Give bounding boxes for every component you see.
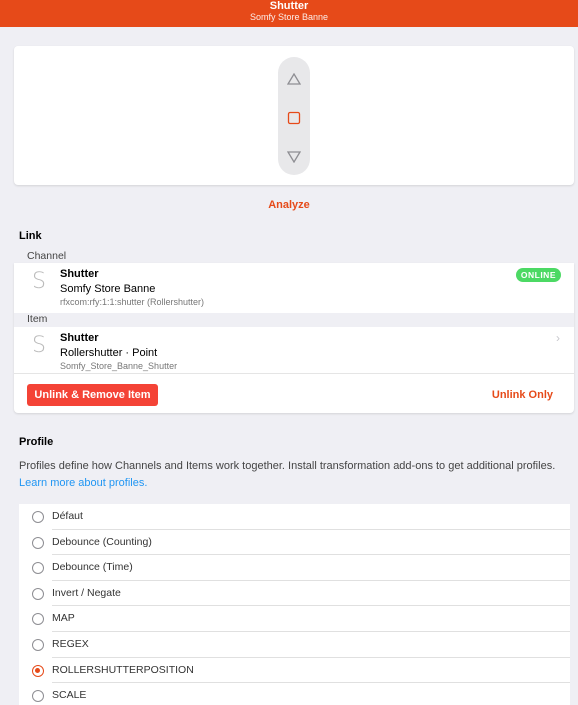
profile-option-label: Debounce (Counting) [52,535,152,548]
profile-option-label: ROLLERSHUTTERPOSITION [52,663,194,676]
profile-option-label: SCALE [52,689,87,702]
radio-button[interactable] [32,638,44,651]
profile-option-map[interactable]: MAP [19,606,570,632]
profile-radio-list: Défaut Debounce (Counting) Debounce (Tim… [19,504,570,705]
item-type: Rollershutter · Point [60,347,158,359]
page-title: Shutter [269,0,309,12]
rollershutter-control-card [14,46,574,185]
channel-uid: rfxcom:rfy:1:1:shutter (Rollershutter) [60,297,205,307]
profile-option-label: Invert / Negate [52,586,121,599]
profile-section-title: Profile [19,436,54,448]
page-subtitle: Somfy Store Banne [249,12,329,22]
channel-label-text: Somfy Store Banne [60,283,156,295]
radio-button[interactable] [32,613,44,626]
channel-avatar: S [32,269,46,294]
item-name: Somfy_Store_Banne_Shutter [60,361,178,371]
profile-option-regex[interactable]: REGEX [19,632,570,658]
profile-option-scale[interactable]: SCALE [19,683,570,705]
profile-option-label: REGEX [52,637,89,650]
radio-button-checked[interactable] [32,664,44,677]
radio-button[interactable] [32,511,44,523]
profile-option-debounce-time[interactable]: Debounce (Time) [19,555,570,581]
profile-option-label: Debounce (Time) [52,561,133,574]
profile-description-text: Profiles define how Channels and Items w… [19,460,556,472]
profile-option-label: Défaut [52,510,83,522]
triangle-down-icon [287,151,301,163]
unlink-remove-item-button[interactable]: Unlink & Remove Item [27,384,158,406]
profile-option-rollershutterposition[interactable]: ROLLERSHUTTERPOSITION [19,658,570,684]
profile-option-default[interactable]: Défaut [19,504,570,530]
radio-button[interactable] [32,562,44,575]
shutter-up-button[interactable] [278,65,310,93]
square-stop-icon [287,111,301,125]
radio-button[interactable] [32,536,44,549]
link-section-title: Link [19,230,42,242]
status-badge: ONLINE [515,268,561,282]
item-row[interactable]: S Shutter Rollershutter · Point Somfy_St… [14,327,574,373]
profile-option-invert-negate[interactable]: Invert / Negate [19,581,570,607]
header-bar: Shutter Somfy Store Banne [0,0,578,27]
profile-option-label: MAP [52,612,75,625]
radio-button[interactable] [32,690,44,703]
divider [14,373,574,374]
shutter-stop-button[interactable] [278,104,310,132]
unlink-only-button[interactable]: Unlink Only [492,389,553,401]
channel-title: Shutter [60,268,99,280]
channel-row[interactable]: S Shutter Somfy Store Banne rfxcom:rfy:1… [14,263,574,313]
profile-option-debounce-counting[interactable]: Debounce (Counting) [19,530,570,556]
analyze-link[interactable]: Analyze [0,199,578,211]
profile-description: Profiles define how Channels and Items w… [19,458,564,492]
item-header: Item [14,313,574,327]
rollershutter-control [278,57,310,175]
item-label: Item [27,313,48,325]
item-title: Shutter [60,332,99,344]
link-card: S Shutter Somfy Store Banne rfxcom:rfy:1… [14,263,574,413]
radio-button[interactable] [32,587,44,600]
learn-more-profiles-link[interactable]: Learn more about profiles. [19,477,147,489]
channel-label: Channel [27,250,67,262]
item-avatar: S [32,333,46,358]
chevron-right-icon: › [556,331,560,345]
shutter-down-button[interactable] [278,143,310,171]
triangle-up-icon [287,73,301,85]
